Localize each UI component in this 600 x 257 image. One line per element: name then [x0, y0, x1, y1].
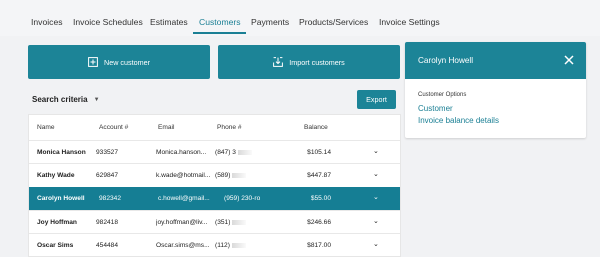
- add-box-icon: [88, 57, 98, 67]
- close-icon[interactable]: [563, 54, 575, 66]
- column-header-balance[interactable]: Balance: [304, 124, 328, 131]
- phone-text: (351): [215, 219, 231, 226]
- expand-chevron-icon[interactable]: ⌄: [373, 170, 379, 178]
- redacted-mask: [237, 149, 252, 155]
- tab-invoices[interactable]: Invoices: [31, 17, 63, 27]
- panel-title: Carolyn Howell: [418, 56, 474, 65]
- customer-phone: (959) 230-ro: [224, 195, 269, 202]
- phone-text: (959) 230-ro: [224, 195, 261, 202]
- tab-invoice-settings[interactable]: Invoice Settings: [379, 17, 440, 27]
- customer-detail-panel: Carolyn Howell Customer Options Customer…: [405, 42, 586, 138]
- customer-balance: $55.00: [310, 195, 331, 202]
- customer-email: Monica.hanson...: [156, 149, 207, 156]
- table-row[interactable]: Monica Hanson 933527 Monica.hanson... (8…: [29, 140, 400, 163]
- import-customers-label: Import customers: [289, 57, 345, 67]
- account-number: 454484: [96, 242, 119, 249]
- customer-phone: (589): [215, 172, 260, 179]
- account-number: 629847: [96, 172, 119, 179]
- phone-text: (112): [215, 242, 230, 249]
- customer-options-heading: Customer Options: [418, 92, 467, 98]
- table-row-selected[interactable]: Carolyn Howell 982342 c.howell@gmail... …: [29, 187, 400, 210]
- column-header-email[interactable]: Email: [158, 124, 175, 131]
- account-number: 982342: [99, 195, 122, 202]
- import-icon: [273, 57, 284, 67]
- tab-estimates[interactable]: Estimates: [150, 17, 188, 27]
- chevron-down-icon: ▼: [93, 96, 100, 103]
- customer-phone: (112): [215, 242, 260, 249]
- customer-name: Joy Hoffman: [37, 219, 77, 226]
- expand-chevron-icon[interactable]: ⌄: [373, 193, 379, 201]
- customers-table: Name Account # Email Phone # Balance Mon…: [28, 114, 401, 257]
- import-customers-button[interactable]: Import customers: [218, 45, 400, 79]
- account-number: 982418: [96, 219, 119, 226]
- customer-balance: $817.00: [307, 242, 331, 249]
- phone-text: (847) 3: [215, 149, 236, 156]
- tab-invoice-schedules[interactable]: Invoice Schedules: [73, 17, 143, 27]
- tab-products-services[interactable]: Products/Services: [299, 17, 368, 27]
- redacted-mask: [231, 242, 246, 248]
- new-customer-button[interactable]: New customer: [28, 45, 210, 79]
- expand-chevron-icon[interactable]: ⌄: [373, 147, 379, 155]
- customer-balance: $105.14: [307, 149, 331, 156]
- column-header-phone[interactable]: Phone #: [217, 124, 242, 131]
- export-button[interactable]: Export: [357, 90, 396, 109]
- customer-balance: $447.87: [307, 172, 331, 179]
- expand-chevron-icon[interactable]: ⌄: [373, 240, 379, 248]
- top-navigation: Invoices Invoice Schedules Estimates Cus…: [0, 0, 600, 36]
- customer-phone: (351): [215, 219, 260, 226]
- tab-customers[interactable]: Customers: [199, 17, 241, 27]
- customer-link[interactable]: Customer: [418, 104, 453, 113]
- active-tab-indicator: [193, 32, 246, 34]
- phone-text: (589): [215, 172, 231, 179]
- search-criteria-label: Search criteria: [32, 95, 88, 104]
- account-number: 933527: [96, 149, 119, 156]
- new-customer-label: New customer: [104, 57, 150, 67]
- customer-email: joy.hoffman@liv...: [156, 219, 208, 226]
- column-header-account[interactable]: Account #: [99, 124, 128, 131]
- search-criteria-toggle[interactable]: Search criteria ▼: [32, 95, 100, 104]
- customer-name: Carolyn Howell: [37, 195, 85, 202]
- invoice-balance-details-link[interactable]: Invoice balance details: [418, 116, 499, 125]
- customer-name: Kathy Wade: [37, 172, 75, 179]
- customer-name: Oscar Sims: [37, 242, 74, 249]
- customer-email: c.howell@gmail...: [158, 195, 210, 202]
- table-row[interactable]: Joy Hoffman 982418 joy.hoffman@liv... (3…: [29, 210, 400, 233]
- expand-chevron-icon[interactable]: ⌄: [373, 217, 379, 225]
- redacted-mask: [232, 172, 247, 178]
- redacted-mask: [232, 219, 247, 225]
- customer-balance: $246.66: [307, 219, 331, 226]
- table-row[interactable]: Oscar Sims 454484 Oscar.sims@ms... (112)…: [29, 233, 400, 256]
- customer-email: Oscar.sims@ms...: [156, 242, 210, 249]
- tab-payments[interactable]: Payments: [251, 17, 289, 27]
- customer-email: k.wade@hotmail...: [156, 172, 211, 179]
- customer-name: Monica Hanson: [37, 149, 86, 156]
- column-header-name[interactable]: Name: [37, 124, 55, 131]
- table-row[interactable]: Kathy Wade 629847 k.wade@hotmail... (589…: [29, 163, 400, 186]
- customer-phone: (847) 3: [215, 149, 260, 156]
- panel-header: Carolyn Howell: [405, 42, 586, 79]
